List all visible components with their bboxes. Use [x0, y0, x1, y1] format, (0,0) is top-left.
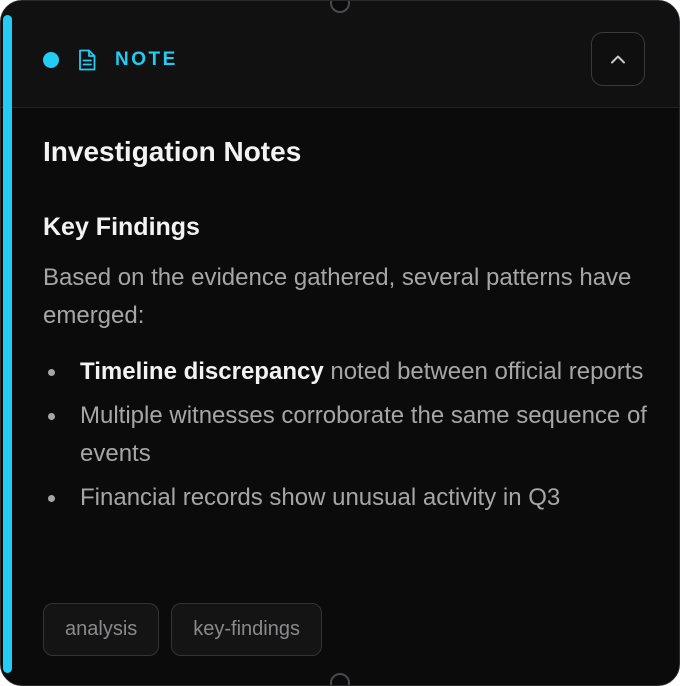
list-item: Multiple witnesses corroborate the same … — [43, 397, 663, 473]
finding-text: Financial records show unusual activity … — [80, 484, 561, 511]
collapse-button[interactable] — [591, 32, 645, 86]
note-type-label: NOTE — [115, 49, 178, 70]
finding-text: noted between official reports — [323, 358, 644, 385]
connection-handle-bottom[interactable] — [330, 673, 350, 685]
list-item: Financial records show unusual activity … — [43, 479, 663, 517]
intro-paragraph: Based on the evidence gathered, several … — [43, 264, 632, 329]
bullet — [48, 413, 55, 420]
section-heading: Key Findings — [43, 213, 200, 241]
tag-key-findings[interactable]: key-findings — [171, 603, 322, 656]
bullet — [48, 369, 55, 376]
note-header: NOTE — [1, 1, 679, 108]
bullet — [48, 495, 55, 502]
finding-text: Multiple witnesses corroborate the same … — [80, 402, 647, 467]
tag-analysis[interactable]: analysis — [43, 603, 160, 656]
chevron-up-icon — [611, 55, 625, 64]
finding-emphasis: Timeline discrepancy — [80, 358, 324, 385]
note-card: NOTE Investigation Notes Key Findings Ba… — [0, 0, 680, 686]
findings-list: Timeline discrepancy noted between offic… — [43, 353, 663, 523]
list-item: Timeline discrepancy noted between offic… — [43, 353, 663, 391]
status-dot — [43, 52, 59, 68]
note-title: Investigation Notes — [43, 136, 302, 167]
document-icon — [79, 49, 96, 71]
accent-bar — [3, 15, 12, 673]
tag-list: analysis key-findings — [43, 603, 322, 656]
